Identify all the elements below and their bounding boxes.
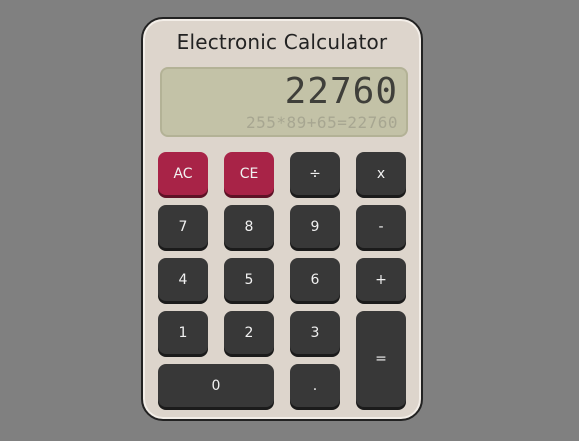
display-screen: 22760 255*89+65=22760	[160, 67, 408, 137]
zero-label: 0	[211, 377, 221, 394]
clear-entry-label: CE	[239, 165, 259, 182]
divide-button[interactable]: ÷	[290, 152, 340, 195]
four-button[interactable]: 4	[158, 258, 208, 301]
equals-button[interactable]: =	[356, 311, 406, 407]
five-button[interactable]: 5	[224, 258, 274, 301]
display-expression: 255*89+65=22760	[246, 113, 398, 132]
multiply-label: x	[376, 165, 386, 182]
nine-button[interactable]: 9	[290, 205, 340, 248]
two-label: 2	[244, 324, 254, 341]
nine-label: 9	[310, 218, 320, 235]
divide-label: ÷	[309, 165, 321, 182]
two-button[interactable]: 2	[224, 311, 274, 354]
minus-label: -	[378, 218, 384, 235]
eight-button[interactable]: 8	[224, 205, 274, 248]
six-label: 6	[310, 271, 320, 288]
display-result: 22760	[284, 71, 398, 112]
four-label: 4	[178, 271, 188, 288]
clear-entry-button[interactable]: CE	[224, 152, 274, 195]
multiply-button[interactable]: x	[356, 152, 406, 195]
minus-button[interactable]: -	[356, 205, 406, 248]
plus-button[interactable]: +	[356, 258, 406, 301]
equals-label: =	[375, 351, 387, 367]
all-clear-label: AC	[173, 165, 193, 182]
five-label: 5	[244, 271, 254, 288]
three-button[interactable]: 3	[290, 311, 340, 354]
decimal-button[interactable]: .	[290, 364, 340, 407]
all-clear-button[interactable]: AC	[158, 152, 208, 195]
one-label: 1	[178, 324, 188, 341]
calculator-title: Electronic Calculator	[176, 30, 388, 54]
seven-button[interactable]: 7	[158, 205, 208, 248]
plus-label: +	[375, 271, 387, 288]
decimal-label: .	[312, 377, 318, 394]
eight-label: 8	[244, 218, 254, 235]
seven-label: 7	[178, 218, 188, 235]
zero-button[interactable]: 0	[158, 364, 274, 407]
one-button[interactable]: 1	[158, 311, 208, 354]
six-button[interactable]: 6	[290, 258, 340, 301]
three-label: 3	[310, 324, 320, 341]
calculator: Electronic Calculator 22760 255*89+65=22…	[141, 17, 423, 421]
